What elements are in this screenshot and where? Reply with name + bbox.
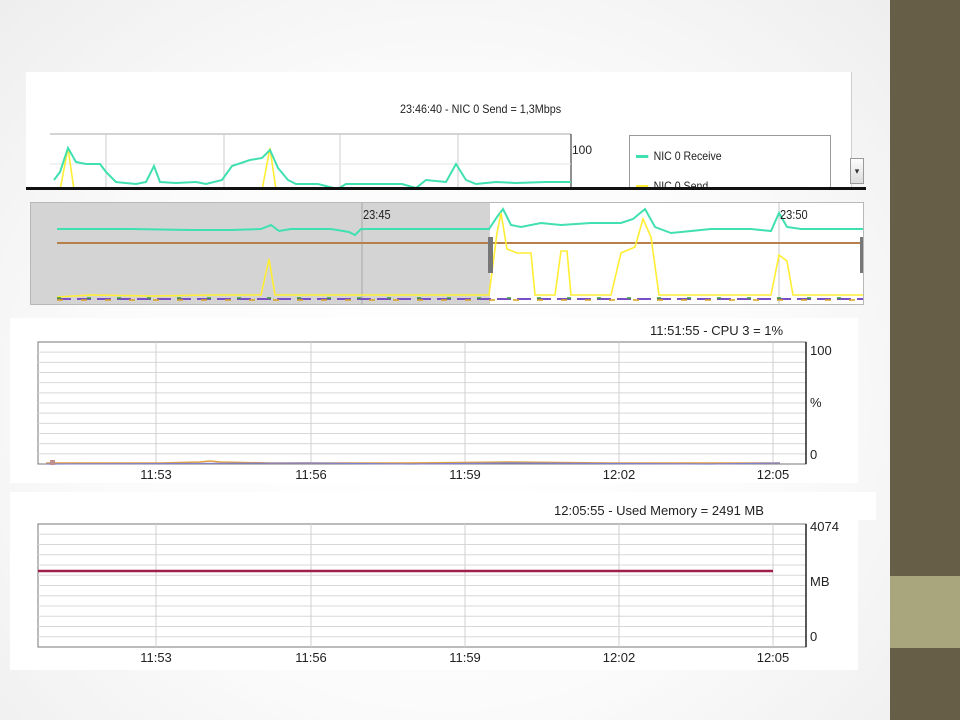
overview-tick-label: 23:45 [363, 207, 391, 222]
legend-item-receive: NIC 0 Receive [636, 149, 722, 163]
cpu-x-tick: 12:02 [602, 467, 636, 482]
memory-x-tick: 11:59 [449, 650, 481, 665]
cpu-x-tick: 12:05 [756, 467, 790, 482]
legend-scroll-down-button[interactable]: ▾ [850, 158, 864, 184]
memory-chart-title: 12:05:55 - Used Memory = 2491 MB [554, 503, 764, 518]
cpu-x-tick: 11:53 [140, 467, 172, 482]
cpu-chart-plot [37, 341, 807, 465]
cpu-y-unit-label: % [810, 395, 822, 410]
overview-left-handle [488, 237, 493, 273]
memory-x-tick: 11:53 [140, 650, 172, 665]
memory-y-max-label: 4074 [810, 519, 839, 534]
memory-x-tick: 12:05 [756, 650, 790, 665]
memory-y-unit-label: MB [810, 574, 830, 589]
nic-chart-panel: 23:46:40 - NIC 0 Send = 1,3Mbps 100 NIC … [26, 72, 852, 190]
cpu-x-tick: 11:59 [449, 467, 481, 482]
nic-panel-bottom-edge [26, 187, 866, 190]
cpu-y-max-label: 100 [810, 343, 832, 358]
time-overview-strip[interactable]: 23:45 23:50 [30, 202, 864, 305]
memory-y-min-label: 0 [810, 629, 818, 644]
overview-tick-label: 23:50 [780, 207, 808, 222]
overview-unselected-range [31, 203, 490, 304]
nic-receive-line [53, 145, 571, 190]
cpu-x-tick: 11:56 [295, 467, 327, 482]
cpu-y-min-label: 0 [810, 447, 818, 462]
memory-x-tick: 11:56 [295, 650, 327, 665]
cpu-start-marker [50, 460, 55, 465]
legend-label-receive: NIC 0 Receive [653, 149, 722, 163]
nic-y-max-label: 100 [572, 143, 593, 157]
cpu-chart-panel: 11:51:55 - CPU 3 = 1% 100 % 0 11:53 11:5… [10, 318, 858, 483]
overview-right-handle [860, 237, 863, 273]
memory-x-tick: 12:02 [602, 650, 636, 665]
nic-legend: NIC 0 Receive NIC 0 Send [629, 135, 831, 190]
nic-send-line [59, 147, 277, 190]
slide-side-accent [890, 576, 960, 648]
legend-swatch-receive [636, 154, 649, 158]
overview-plot [31, 203, 863, 304]
